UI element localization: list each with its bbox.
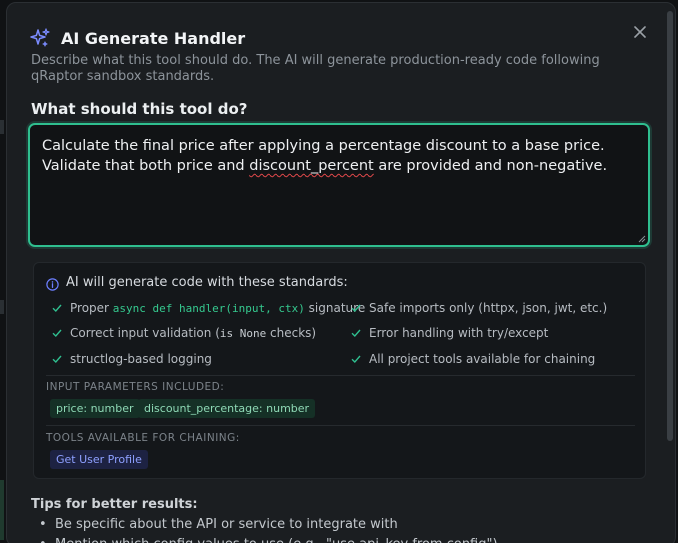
info-icon <box>46 276 59 291</box>
tips-list: Be specific about the API or service to … <box>39 515 639 543</box>
prompt-text: Validate that both price and <box>42 158 250 174</box>
dialog-header: AI Generate Handler <box>29 27 245 49</box>
standard-text-suffix: checks) <box>266 326 317 340</box>
check-icon <box>351 304 361 313</box>
validation-code: is None <box>219 327 267 340</box>
standard-text: All project tools available for chaining <box>369 352 596 366</box>
spellcheck-flagged-word: discount_percent <box>249 158 374 174</box>
standard-text: Error handling with try/except <box>369 326 549 340</box>
standard-item-errors: Error handling with try/except <box>351 326 548 340</box>
prompt-text: are provided and non-negative. <box>373 158 608 174</box>
standard-text: Safe imports only (httpx, json, jwt, etc… <box>369 301 608 315</box>
tools-section-label: TOOLS AVAILABLE FOR CHAINING: <box>46 432 240 444</box>
standard-item-logging: structlog-based logging <box>52 352 212 366</box>
ai-generate-dialog: AI Generate Handler Describe what this t… <box>6 2 676 543</box>
tool-description-textarea[interactable]: Calculate the final price after applying… <box>28 123 650 247</box>
dialog-description: Describe what this tool should do. The A… <box>31 53 600 84</box>
signature-code: async def handler(input, ctx) <box>112 302 305 315</box>
check-icon <box>52 304 62 313</box>
check-icon <box>351 355 361 364</box>
scrollbar-thumb[interactable] <box>667 11 673 441</box>
backdrop-edge-mark <box>0 480 4 540</box>
divider <box>46 425 635 426</box>
standard-item-imports: Safe imports only (httpx, json, jwt, etc… <box>351 301 607 315</box>
dialog-scroll-area[interactable]: AI Generate Handler Describe what this t… <box>7 3 675 543</box>
close-icon[interactable] <box>631 23 649 41</box>
standard-text: structlog-based logging <box>70 352 212 366</box>
standard-text-prefix: Proper <box>70 301 113 315</box>
params-section-label: INPUT PARAMETERS INCLUDED: <box>46 381 225 393</box>
standard-item-signature: Proper async def handler(input, ctx) sig… <box>52 301 365 315</box>
divider <box>46 375 635 376</box>
sparkles-icon <box>29 27 51 49</box>
textarea-content[interactable]: Calculate the final price after applying… <box>30 125 648 187</box>
standard-text: Correct input validation (is None checks… <box>70 326 316 340</box>
standard-item-chaining: All project tools available for chaining <box>351 352 595 366</box>
standards-panel: AI will generate code with these standar… <box>33 262 646 479</box>
dialog-title: AI Generate Handler <box>61 28 246 48</box>
standard-text-prefix: Correct input validation ( <box>70 326 220 340</box>
param-chip: discount_percentage: number <box>138 399 316 418</box>
backdrop-edge-mark <box>0 300 4 314</box>
check-icon <box>351 329 361 338</box>
standard-item-validation: Correct input validation (is None checks… <box>52 326 316 340</box>
tip-item: Be specific about the API or service to … <box>39 515 639 535</box>
standards-heading: AI will generate code with these standar… <box>66 275 348 290</box>
check-icon <box>52 355 62 364</box>
backdrop-edge-mark <box>0 120 4 134</box>
tip-item: Mention which config values to use (e.g.… <box>39 535 639 543</box>
standard-text: Proper async def handler(input, ctx) sig… <box>70 301 365 315</box>
prompt-line: Calculate the final price after applying… <box>42 138 605 154</box>
tips-title: Tips for better results: <box>31 497 198 512</box>
standards-heading-row: AI will generate code with these standar… <box>46 275 348 291</box>
param-chip: price: number <box>50 399 140 418</box>
check-icon <box>52 329 62 338</box>
resize-handle-icon[interactable] <box>638 235 646 243</box>
prompt-line: Validate that both price and discount_pe… <box>42 156 636 176</box>
tool-chip: Get User Profile <box>50 450 148 469</box>
prompt-field-label: What should this tool do? <box>31 100 248 118</box>
